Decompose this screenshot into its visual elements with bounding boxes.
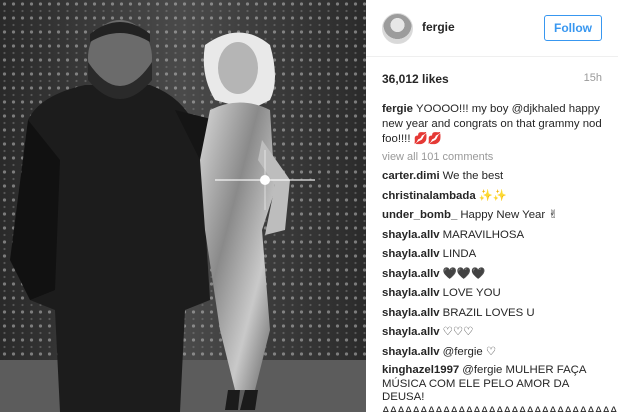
comment-text: LINDA xyxy=(442,248,477,260)
comment-text: @fergie ♡ xyxy=(442,345,497,358)
comment-username[interactable]: shayla.allv xyxy=(382,268,440,280)
comment-username[interactable]: under_bomb_ xyxy=(382,209,457,221)
comment-username[interactable]: shayla.allv xyxy=(382,248,440,260)
comment-item: shayla.allv @fergie ♡ xyxy=(382,345,610,359)
comment-item: carter.dimi We the best xyxy=(382,169,610,183)
comment-username[interactable]: shayla.allv xyxy=(382,307,440,319)
likes-count[interactable]: 36,012 likes xyxy=(382,72,449,86)
comment-item: shayla.allv MARAVILHOSA xyxy=(382,228,610,242)
comment-item: shayla.allv LINDA xyxy=(382,247,610,261)
comment-item: kinghazel1997 @fergie MULHER FAÇA MÚSICA … xyxy=(382,364,618,412)
comment-text: MARAVILHOSA xyxy=(442,228,525,241)
comment-list: carter.dimi We the best christinalambada ✨… xyxy=(382,169,618,412)
comment-username[interactable]: shayla.allv xyxy=(382,326,440,338)
comment-text: 🖤🖤🖤 xyxy=(442,267,486,280)
comment-text: Happy New Year ✌ xyxy=(460,209,558,221)
post-photo[interactable] xyxy=(0,0,366,412)
post-caption: fergie YOOOO!!! my boy @djkhaled happy n… xyxy=(382,102,604,146)
caption-text: YOOOO!!! my boy @djkhaled happy new year… xyxy=(382,103,602,145)
author-username[interactable]: fergie xyxy=(422,20,455,34)
comment-username[interactable]: kinghazel1997 xyxy=(382,364,459,376)
comment-text: ✨✨ xyxy=(478,189,508,202)
comment-text: We the best xyxy=(442,170,504,182)
comment-item: shayla.allv 🖤🖤🖤 xyxy=(382,267,610,281)
comment-item: christinalambada ✨✨ xyxy=(382,189,610,203)
post-sidebar: fergie Follow 36,012 likes 15h fergie YO… xyxy=(366,0,618,412)
comment-username[interactable]: shayla.allv xyxy=(382,346,440,358)
post-timestamp[interactable]: 15h xyxy=(584,72,602,84)
comment-text: BRAZIL LOVES U xyxy=(442,306,535,319)
view-all-comments-link[interactable]: view all 101 comments xyxy=(382,151,493,163)
post-header: fergie Follow xyxy=(366,0,618,57)
caption-username[interactable]: fergie xyxy=(382,103,413,115)
comment-item: shayla.allv BRAZIL LOVES U xyxy=(382,306,610,320)
comment-username[interactable]: shayla.allv xyxy=(382,287,440,299)
comment-text: ♡♡♡ xyxy=(442,326,474,338)
comment-username[interactable]: christinalambada xyxy=(382,190,476,202)
follow-button[interactable]: Follow xyxy=(544,15,602,41)
comment-item: shayla.allv ♡♡♡ xyxy=(382,325,610,339)
comment-text: LOVE YOU xyxy=(442,287,501,299)
avatar[interactable] xyxy=(382,13,413,44)
comment-username[interactable]: shayla.allv xyxy=(382,229,440,241)
comment-item: shayla.allv LOVE YOU xyxy=(382,286,610,300)
comment-username[interactable]: carter.dimi xyxy=(382,170,440,182)
comment-item: under_bomb_ Happy New Year ✌ xyxy=(382,208,610,222)
photo-illustration xyxy=(0,0,366,412)
likes-row: 36,012 likes 15h xyxy=(382,72,602,88)
